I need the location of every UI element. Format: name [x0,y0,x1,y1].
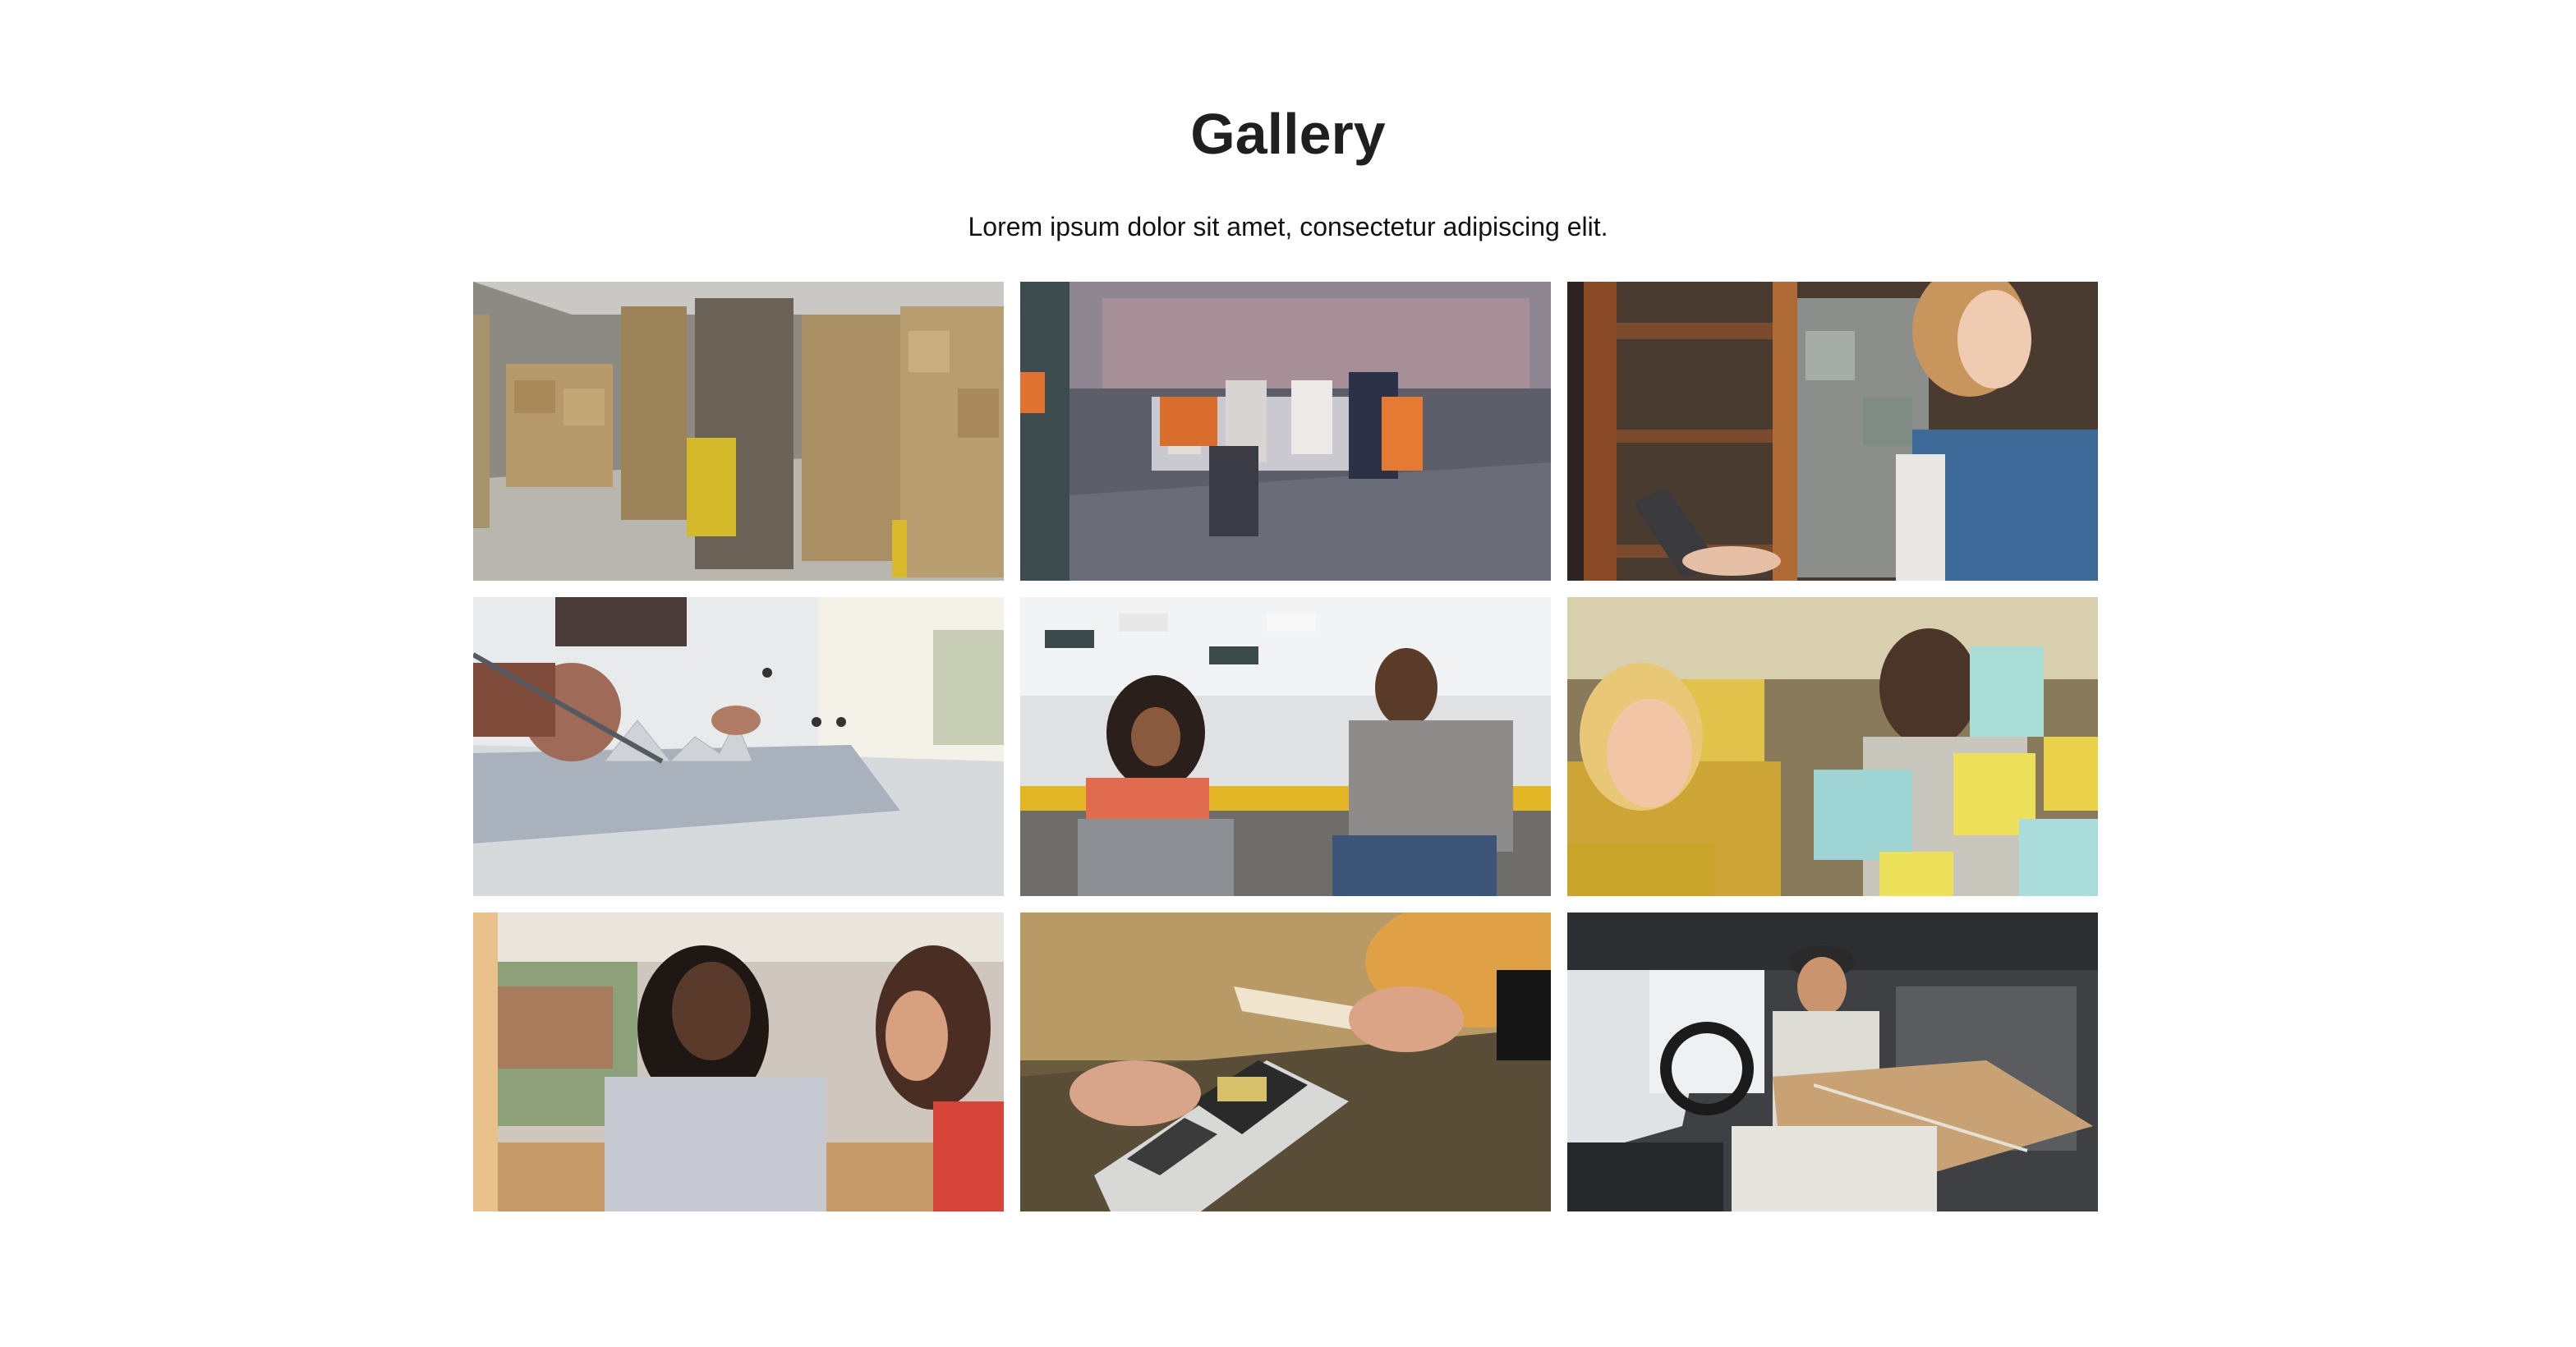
gallery-image-sticky-notes[interactable] [1567,597,2098,896]
gallery-grid [473,282,2100,1211]
gallery-image-meeting[interactable] [1020,282,1551,581]
gallery-image-delivery[interactable] [1567,913,2098,1211]
gallery-image-women-working[interactable] [473,913,1004,1211]
shop-owner-tablet-photo [1567,282,2098,581]
page-title: Gallery [1190,102,1386,166]
gallery-image-financial-charts[interactable] [473,597,1004,896]
contactless-payment-photo [1020,913,1551,1211]
office-meeting-photo [1020,282,1551,581]
colleagues-laptop-laughing-photo [1020,597,1551,896]
financial-charts-analysis-photo [473,597,1004,896]
gallery-image-warehouse[interactable] [473,282,1004,581]
gallery-image-payment[interactable] [1020,913,1551,1211]
gallery-image-shop-owner[interactable] [1567,282,2098,581]
delivery-van-parcel-photo [1567,913,2098,1211]
gallery-page: Gallery Lorem ipsum dolor sit amet, cons… [0,0,2576,1347]
page-subtitle: Lorem ipsum dolor sit amet, consectetur … [968,212,1608,241]
sticky-notes-brainstorm-photo [1567,597,2098,896]
gallery-image-colleagues[interactable] [1020,597,1551,896]
warehouse-forklift-photo [473,282,1004,581]
women-working-together-photo [473,913,1004,1211]
